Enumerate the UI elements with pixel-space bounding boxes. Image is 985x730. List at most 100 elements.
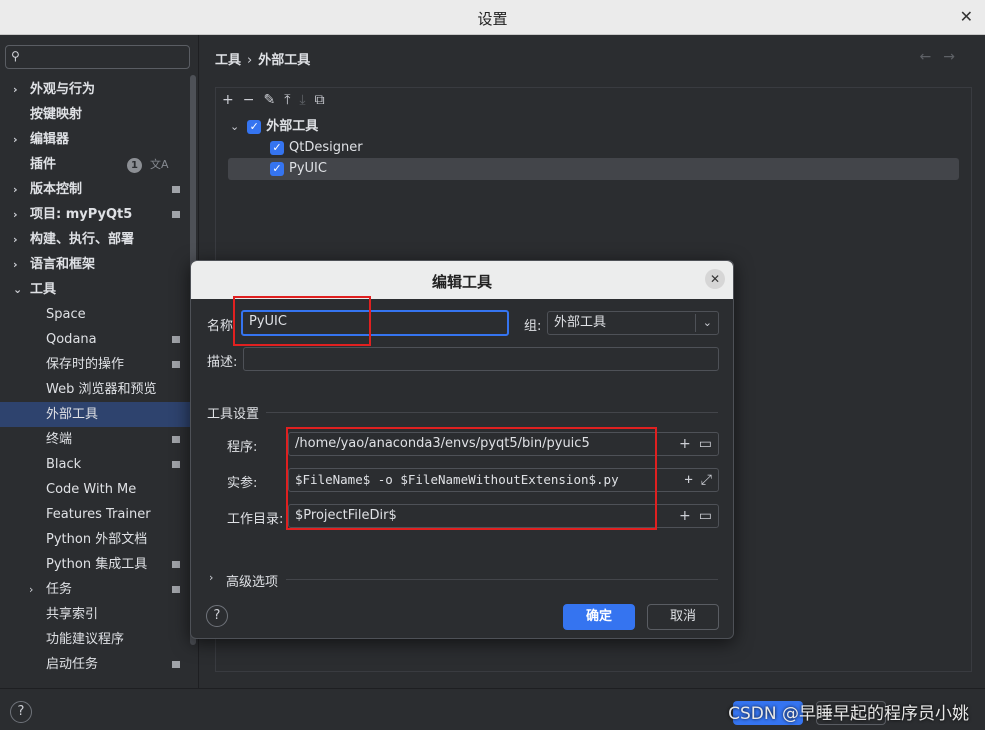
move-down-icon[interactable]: ⤓: [299, 92, 305, 108]
sidebar-item[interactable]: › 外观与行为: [0, 77, 190, 102]
insert-macro-icon[interactable]: +: [679, 436, 691, 452]
checkbox-icon[interactable]: ✓: [247, 119, 262, 134]
chevron-down-icon[interactable]: ⌄: [703, 312, 712, 334]
tool-group-node[interactable]: ⌄ ✓ 外部工具: [230, 116, 318, 137]
chevron-right-icon[interactable]: ›: [13, 202, 18, 227]
sidebar-item-label: Space: [46, 307, 86, 322]
sidebar-item-label: 语言和框架: [30, 257, 96, 272]
help-icon[interactable]: ?: [206, 605, 228, 627]
chevron-right-icon[interactable]: ›: [29, 577, 33, 602]
sidebar-item[interactable]: › 版本控制: [0, 177, 190, 202]
insert-macro-icon[interactable]: +: [684, 472, 692, 488]
sidebar-item-label: Features Trainer: [46, 507, 151, 522]
forward-arrow-icon[interactable]: →: [943, 49, 967, 65]
settings-bottom-bar: ? CSDN @早睡早起的程序员小姚: [0, 688, 985, 730]
sidebar-item-label: 功能建议程序: [46, 632, 125, 647]
sidebar-item-label: Python 外部文档: [46, 532, 148, 547]
sidebar-item[interactable]: 插件 1 文A: [0, 152, 190, 177]
annotation-box-name: [233, 296, 371, 346]
sidebar-item-label: 编辑器: [30, 132, 70, 147]
cancel-button[interactable]: 取消: [647, 604, 719, 630]
folder-icon[interactable]: ▭: [699, 508, 712, 524]
annotation-box-settings: [286, 427, 657, 530]
sidebar-item-label: 终端: [46, 432, 73, 447]
chevron-right-icon[interactable]: ›: [13, 77, 18, 102]
sidebar-item[interactable]: Qodana: [0, 327, 190, 352]
settings-search-input[interactable]: ⚲: [5, 45, 190, 69]
insert-macro-icon[interactable]: +: [679, 508, 691, 524]
project-level-icon: [172, 561, 180, 568]
tool-item-pyuic[interactable]: ✓ PyUIC: [270, 158, 327, 179]
sidebar-item-label: 保存时的操作: [46, 357, 125, 372]
sidebar-item[interactable]: Python 集成工具: [0, 552, 190, 577]
sidebar-item[interactable]: 启动任务: [0, 652, 190, 677]
help-icon[interactable]: ?: [10, 701, 32, 723]
sidebar-item[interactable]: Web 浏览器和预览: [0, 377, 190, 402]
project-level-icon: [172, 186, 180, 193]
sidebar-item-label: Code With Me: [46, 482, 137, 497]
breadcrumb-parent[interactable]: 工具: [215, 53, 241, 68]
sidebar-item[interactable]: ⌄ 工具: [0, 277, 190, 302]
checkbox-icon[interactable]: ✓: [270, 161, 284, 176]
copy-icon[interactable]: ⧉: [315, 92, 325, 108]
ok-button[interactable]: 确定: [563, 604, 635, 630]
sidebar-item-label: 外观与行为: [30, 82, 96, 97]
chevron-down-icon[interactable]: ⌄: [13, 277, 22, 302]
sidebar-item[interactable]: 终端: [0, 427, 190, 452]
tool-settings-section: 工具设置: [207, 407, 260, 422]
update-count-badge: 1: [127, 158, 142, 173]
sidebar-item[interactable]: Features Trainer: [0, 502, 190, 527]
sidebar-item[interactable]: 功能建议程序: [0, 627, 190, 652]
sidebar-item[interactable]: › 编辑器: [0, 127, 190, 152]
chevron-right-icon[interactable]: ›: [13, 127, 18, 152]
remove-icon[interactable]: −: [243, 92, 255, 108]
sidebar-item[interactable]: › 构建、执行、部署: [0, 227, 190, 252]
window-titlebar: 设置 ✕: [0, 0, 985, 35]
sidebar-item[interactable]: 共享索引: [0, 602, 190, 627]
sidebar-item[interactable]: Space: [0, 302, 190, 327]
program-label: 程序:: [227, 440, 258, 455]
name-label: 名称: [207, 319, 234, 334]
description-label: 描述:: [207, 355, 238, 370]
settings-sidebar: ⚲ › 外观与行为 按键映射 › 编辑器 插件 1 文A › 版本控制 › 项目: myPyQt5 › 构…: [0, 35, 199, 688]
dialog-title: 编辑工具: [431, 273, 492, 291]
sidebar-item[interactable]: 外部工具: [0, 402, 190, 427]
tool-item-qtdesigner[interactable]: ✓ QtDesigner: [270, 137, 363, 158]
sidebar-item[interactable]: Code With Me: [0, 477, 190, 502]
advanced-options-toggle[interactable]: 高级选项: [226, 571, 278, 590]
chevron-right-icon[interactable]: ›: [209, 571, 213, 584]
sidebar-item-label: Python 集成工具: [46, 557, 148, 572]
sidebar-item[interactable]: Python 外部文档: [0, 527, 190, 552]
folder-icon[interactable]: ▭: [699, 436, 712, 452]
chevron-right-icon[interactable]: ›: [13, 252, 18, 277]
sidebar-item[interactable]: 保存时的操作: [0, 352, 190, 377]
breadcrumb-current: 外部工具: [258, 53, 311, 68]
sidebar-item-label: 项目: myPyQt5: [30, 207, 133, 222]
edit-icon[interactable]: ✎: [263, 92, 275, 108]
back-arrow-icon[interactable]: ←: [920, 49, 944, 65]
sidebar-item[interactable]: › 任务: [0, 577, 190, 602]
sidebar-item[interactable]: 按键映射: [0, 102, 190, 127]
sidebar-item[interactable]: Black: [0, 452, 190, 477]
chevron-right-icon[interactable]: ›: [13, 177, 18, 202]
add-icon[interactable]: +: [222, 92, 234, 108]
group-label: 组:: [524, 319, 542, 334]
dialog-close-button[interactable]: ✕: [705, 269, 725, 289]
window-title: 设置: [477, 10, 508, 28]
chevron-down-icon[interactable]: ⌄: [230, 120, 239, 133]
chevron-right-icon[interactable]: ›: [13, 227, 18, 252]
expand-icon[interactable]: ⤢: [701, 472, 712, 488]
tools-toolbar: + − ✎ ⤒ ⤓ ⧉: [222, 92, 334, 110]
sidebar-item[interactable]: › 语言和框架: [0, 252, 190, 277]
checkbox-icon[interactable]: ✓: [270, 140, 284, 155]
window-close-button[interactable]: ✕: [960, 7, 973, 26]
group-select[interactable]: 外部工具 ⌄: [547, 311, 719, 335]
tool-item-label: QtDesigner: [289, 140, 363, 155]
sidebar-item-label: 插件: [30, 157, 57, 172]
sidebar-item[interactable]: › 项目: myPyQt5: [0, 202, 190, 227]
project-level-icon: [172, 461, 180, 468]
breadcrumb-separator-icon: ›: [247, 53, 253, 68]
tool-item-label: PyUIC: [289, 161, 327, 176]
description-field[interactable]: [243, 347, 719, 371]
move-up-icon[interactable]: ⤒: [284, 92, 290, 108]
